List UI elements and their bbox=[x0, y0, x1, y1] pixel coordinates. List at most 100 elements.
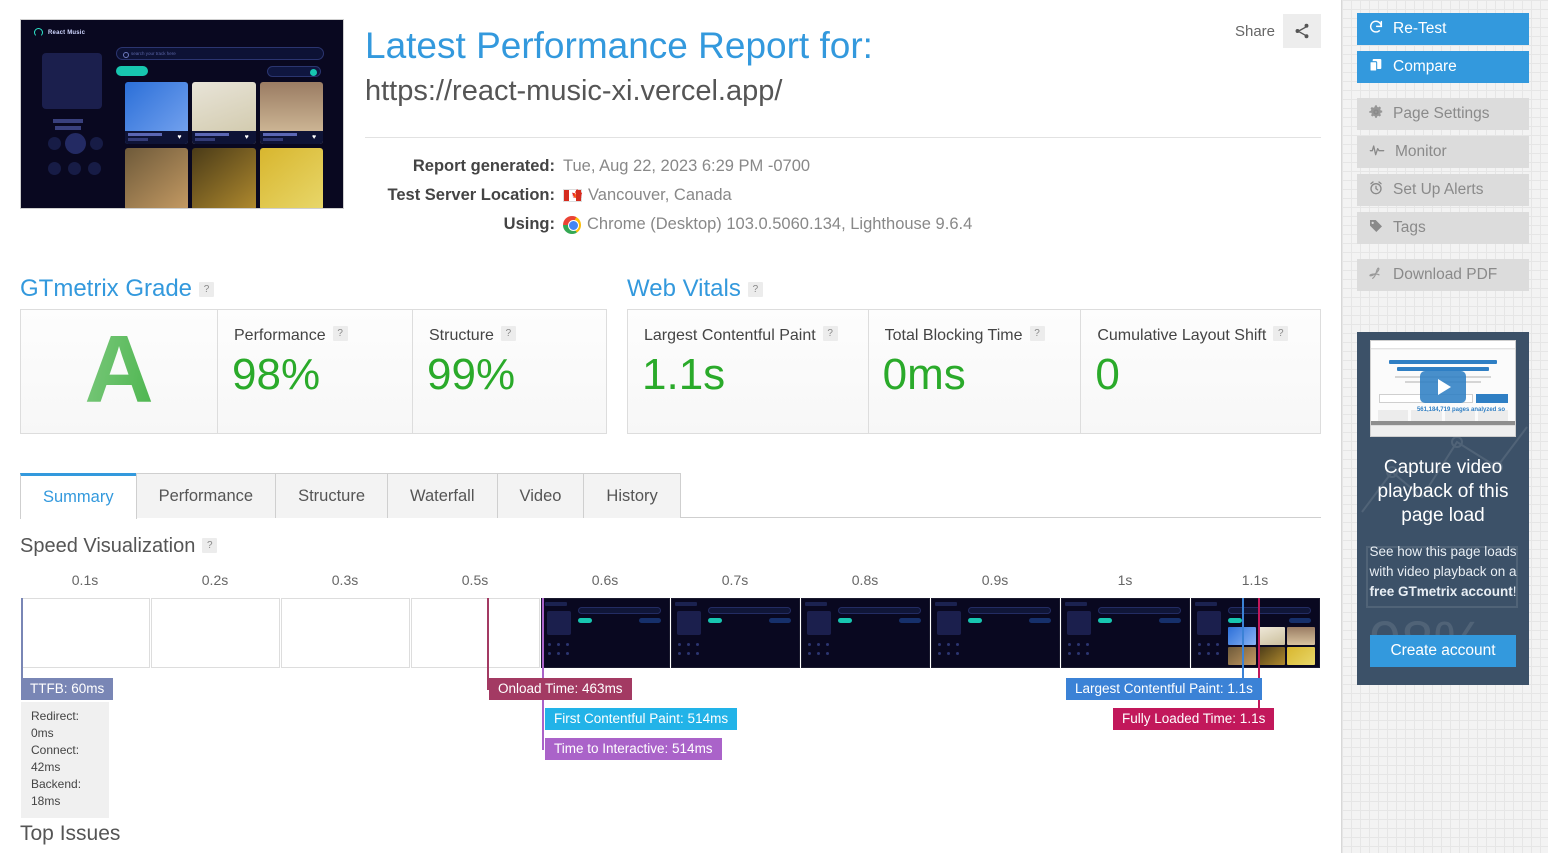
promo-heading: Capture video playback of this page load bbox=[1377, 457, 1509, 526]
compare-button[interactable]: Compare bbox=[1357, 51, 1529, 83]
help-icon[interactable]: ? bbox=[1029, 326, 1045, 341]
speed-visualization-heading-label: Speed Visualization bbox=[20, 535, 196, 557]
retest-button[interactable]: Re-Test bbox=[1357, 13, 1529, 45]
promo-body-1: See how this page loads with video playb… bbox=[1369, 544, 1517, 579]
marker-line-ttfb bbox=[21, 598, 23, 690]
badge-largest-contentful-paint[interactable]: Largest Contentful Paint: 1.1s bbox=[1066, 678, 1262, 700]
thumbnail-player-art bbox=[42, 53, 102, 109]
report-url[interactable]: https://react-music-xi.vercel.app/ bbox=[365, 72, 1321, 110]
download-pdf-label: Download PDF bbox=[1393, 266, 1498, 283]
filmstrip-frame[interactable] bbox=[931, 598, 1060, 668]
play-icon[interactable] bbox=[1420, 371, 1466, 403]
tab-performance[interactable]: Performance bbox=[135, 473, 277, 518]
download-pdf-button[interactable]: Download PDF bbox=[1357, 259, 1529, 291]
thumbnail-account-pill bbox=[267, 66, 321, 77]
filmstrip-frame[interactable] bbox=[671, 598, 800, 668]
thumbnail-play-button bbox=[65, 133, 86, 154]
axis-tick: 1s bbox=[1117, 572, 1133, 588]
badge-first-contentful-paint[interactable]: First Contentful Paint: 514ms bbox=[545, 708, 738, 730]
web-vital-cls-label: Cumulative Layout Shift bbox=[1097, 327, 1267, 344]
frame-screenshot bbox=[1062, 599, 1189, 667]
page-title: Latest Performance Report for: bbox=[365, 25, 873, 66]
thumbnail-prev-button bbox=[48, 137, 61, 150]
grade-letter-cell: A bbox=[21, 310, 217, 433]
promo-body-2: ! bbox=[1512, 584, 1517, 599]
filmstrip-frame[interactable] bbox=[801, 598, 930, 668]
set-up-alerts-button[interactable]: Set Up Alerts bbox=[1357, 174, 1529, 206]
tab-summary[interactable]: Summary bbox=[20, 473, 137, 519]
marker-line-fcp-tti bbox=[542, 598, 544, 750]
promo-player-controls bbox=[1371, 425, 1515, 436]
cell-label-wrap: Structure? bbox=[429, 326, 516, 345]
page-settings-label: Page Settings bbox=[1393, 105, 1490, 122]
web-vital-cls-value: 0 bbox=[1095, 350, 1120, 399]
thumbnail-headphones-button bbox=[48, 162, 61, 175]
thumbnail-top10-pill bbox=[116, 66, 148, 76]
badge-onload-time[interactable]: Onload Time: 463ms bbox=[489, 678, 632, 700]
album-card bbox=[192, 148, 256, 208]
headphones-icon bbox=[34, 28, 43, 37]
axis-tick: 0.1s bbox=[71, 572, 99, 588]
help-icon[interactable]: ? bbox=[332, 326, 348, 341]
frame-screenshot bbox=[802, 599, 929, 667]
thumbnail-volume-button bbox=[88, 162, 101, 175]
set-up-alerts-label: Set Up Alerts bbox=[1393, 181, 1484, 198]
metadata-key: Using: bbox=[503, 215, 555, 233]
tab-history[interactable]: History bbox=[583, 473, 681, 518]
grade-structure-value: 99% bbox=[427, 350, 516, 399]
album-card: ♥ bbox=[125, 82, 189, 144]
thumbnail-like-button bbox=[68, 162, 81, 175]
help-icon[interactable]: ? bbox=[822, 326, 838, 341]
tab-video[interactable]: Video bbox=[496, 473, 585, 518]
report-content: React Music search your track here ♥ ♥ ♥… bbox=[0, 0, 1341, 853]
report-tabs: Summary Performance Structure Waterfall … bbox=[20, 473, 1321, 519]
axis-tick: 0.6s bbox=[591, 572, 619, 588]
album-card bbox=[259, 148, 323, 208]
create-account-button[interactable]: Create account bbox=[1370, 635, 1516, 667]
canada-flag-icon: 🍁 bbox=[563, 189, 583, 202]
filmstrip-frame[interactable] bbox=[541, 598, 670, 668]
ttfb-breakdown: Redirect: 0ms Connect: 42ms Backend: 18m… bbox=[21, 702, 109, 818]
marker-line-onload bbox=[487, 598, 489, 690]
help-icon[interactable]: ? bbox=[202, 538, 218, 553]
grade-structure-label: Structure bbox=[429, 327, 494, 344]
promo-body: See how this page loads with video playb… bbox=[1367, 542, 1519, 602]
page-settings-button[interactable]: Page Settings bbox=[1357, 98, 1529, 130]
metadata-row-generated: Report generated: Tue, Aug 22, 2023 6:29… bbox=[365, 152, 972, 181]
promo-browser-bar bbox=[1371, 341, 1515, 349]
ttfb-breakdown-redirect: Redirect: 0ms bbox=[31, 709, 80, 740]
axis-tick: 0.9s bbox=[981, 572, 1009, 588]
web-vital-tbt-value: 0ms bbox=[882, 350, 966, 399]
help-icon[interactable]: ? bbox=[747, 282, 763, 297]
site-thumbnail[interactable]: React Music search your track here ♥ ♥ ♥ bbox=[20, 19, 344, 209]
tags-button[interactable]: Tags bbox=[1357, 212, 1529, 244]
grade-performance-value: 98% bbox=[232, 350, 321, 399]
axis-tick: 0.2s bbox=[201, 572, 229, 588]
promo-analyzed-count: 561,184,719 pages analyzed so bbox=[1416, 407, 1505, 413]
album-card: ♥ bbox=[259, 82, 323, 144]
filmstrip-frame[interactable] bbox=[151, 598, 280, 668]
metadata-row-location: Test Server Location: 🍁 Vancouver, Canad… bbox=[365, 181, 972, 210]
filmstrip-frame[interactable] bbox=[21, 598, 150, 668]
metadata-value: Chrome (Desktop) 103.0.5060.134, Lightho… bbox=[587, 215, 973, 233]
axis-tick: 0.7s bbox=[721, 572, 749, 588]
filmstrip-frame[interactable] bbox=[1191, 598, 1320, 668]
promo-video-thumbnail[interactable]: 561,184,719 pages analyzed so bbox=[1370, 340, 1516, 437]
tab-waterfall[interactable]: Waterfall bbox=[387, 473, 498, 518]
filmstrip-frame[interactable] bbox=[411, 598, 540, 668]
monitor-button[interactable]: Monitor bbox=[1357, 136, 1529, 168]
metadata-value: Tue, Aug 22, 2023 6:29 PM -0700 bbox=[563, 157, 811, 175]
help-icon[interactable]: ? bbox=[500, 326, 516, 341]
album-card: ♥ bbox=[192, 82, 256, 144]
help-icon[interactable]: ? bbox=[1273, 326, 1289, 341]
help-icon[interactable]: ? bbox=[199, 282, 215, 297]
badge-ttfb[interactable]: TTFB: 60ms bbox=[21, 678, 114, 700]
tab-structure[interactable]: Structure bbox=[275, 473, 389, 518]
frame-screenshot bbox=[672, 599, 799, 667]
filmstrip-frame[interactable] bbox=[1061, 598, 1190, 668]
grade-performance-label: Performance bbox=[234, 327, 326, 344]
badge-fully-loaded-time[interactable]: Fully Loaded Time: 1.1s bbox=[1113, 708, 1275, 730]
badge-time-to-interactive[interactable]: Time to Interactive: 514ms bbox=[545, 738, 722, 760]
filmstrip-frame[interactable] bbox=[281, 598, 410, 668]
report-header: Latest Performance Report for: https://r… bbox=[365, 22, 1321, 110]
